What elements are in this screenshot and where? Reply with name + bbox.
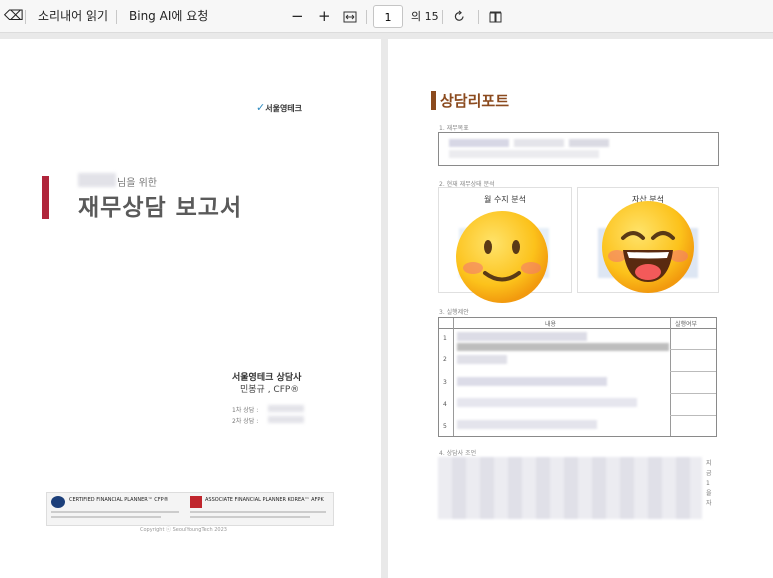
row-line	[670, 371, 716, 372]
row-line	[670, 393, 716, 394]
row-number: 1	[443, 335, 447, 342]
redacted-text	[457, 332, 587, 341]
session1-label: 1차 상담 :	[232, 407, 259, 414]
redacted-date	[268, 405, 304, 412]
page-total: 의 15	[411, 10, 439, 23]
toolbar-divider	[116, 10, 117, 24]
redacted-text	[457, 343, 669, 351]
action-table: 내용 실행여부 1 2 3 4 5	[438, 317, 717, 437]
page-view-icon[interactable]	[489, 0, 502, 33]
side-note-char: 금	[706, 470, 712, 477]
logo: ✓서울영테크	[256, 96, 302, 115]
side-note-char: 을	[706, 490, 712, 497]
read-aloud-button[interactable]: 소리내어 읽기	[38, 0, 108, 33]
logo-text: 서울영테크	[265, 104, 303, 113]
ask-bing-button[interactable]: Bing AI에 요청	[129, 0, 208, 33]
col-status: 실행여부	[675, 321, 698, 328]
eraser-icon[interactable]: ⌫	[4, 0, 24, 33]
redacted-name	[78, 173, 116, 187]
logo-mark-icon: ✓	[256, 101, 266, 114]
afpk-logo-icon	[190, 496, 202, 508]
advice-box: 지 금 1 을 자	[438, 455, 717, 523]
certification-badges: CERTIFIED FINANCIAL PLANNER™ CFP® ASSOCI…	[46, 492, 334, 526]
toolbar-divider	[25, 10, 26, 24]
blushing-smile-emoji	[456, 211, 548, 303]
row-number: 2	[443, 356, 447, 363]
afpk-badge: ASSOCIATE FINANCIAL PLANNER KOREA™ AFPK	[205, 497, 324, 503]
title-accent-bar	[42, 176, 49, 219]
rotate-icon[interactable]	[453, 0, 466, 33]
section-1-label: 1. 재무목표	[439, 125, 469, 132]
row-line	[670, 415, 716, 416]
redacted-text	[449, 139, 509, 147]
cfp-logo-icon	[51, 496, 65, 508]
side-note-char: 지	[706, 460, 712, 467]
monthly-analysis-title: 월 수지 분석	[484, 195, 526, 204]
redacted-text	[457, 398, 637, 407]
pdf-toolbar: ⌫ 소리내어 읽기 Bing AI에 요청 − + 1 의 15	[0, 0, 773, 33]
side-note-char: 자	[706, 500, 712, 507]
side-note: 지 금 1 을 자	[706, 459, 714, 509]
fit-width-icon[interactable]	[343, 0, 357, 33]
redacted-text	[449, 150, 599, 158]
row-number: 5	[443, 423, 447, 430]
fine-print	[190, 516, 310, 518]
page-number-input[interactable]: 1	[373, 5, 403, 28]
goal-box	[438, 132, 719, 166]
cfp-badge: CERTIFIED FINANCIAL PLANNER™ CFP®	[69, 497, 169, 503]
redacted-text	[569, 139, 609, 147]
section-3-label: 3. 실행제안	[439, 309, 469, 316]
table-header: 내용 실행여부	[439, 318, 716, 329]
cover-page: ✓서울영테크 님을 위한 재무상담 보고서 서울영테크 상담사 민봉규 , CF…	[0, 39, 381, 578]
table-divider	[453, 318, 454, 436]
report-page: 상담리포트 1. 재무목표 2. 현재 재무상태 분석 월 수지 분석 자산 분…	[388, 39, 773, 578]
redacted-text	[514, 139, 564, 147]
side-note-char: 1	[706, 480, 710, 487]
toolbar-divider	[366, 10, 367, 24]
advisor-name: 민봉규 , CFP®	[240, 385, 300, 395]
zoom-in-button[interactable]: +	[318, 0, 331, 33]
row-number: 3	[443, 379, 447, 386]
redacted-date	[268, 416, 304, 423]
row-number: 4	[443, 401, 447, 408]
copyright: Copyright ⓒ SeoulYoungTech 2023	[140, 527, 227, 533]
table-divider	[670, 318, 671, 436]
for-label: 님을 위한	[117, 178, 157, 189]
redacted-text	[457, 355, 507, 364]
fine-print	[190, 511, 326, 513]
session2-label: 2차 상담 :	[232, 418, 259, 425]
report-heading: 상담리포트	[440, 92, 510, 110]
fine-print	[51, 516, 161, 518]
redacted-text	[457, 377, 607, 386]
heading-accent-bar	[431, 91, 436, 110]
redacted-text	[457, 420, 597, 429]
col-content: 내용	[545, 321, 557, 328]
redacted-text	[438, 457, 702, 519]
zoom-out-button[interactable]: −	[291, 0, 304, 33]
grinning-emoji	[602, 201, 694, 293]
cover-title: 재무상담 보고서	[78, 195, 243, 221]
row-line	[670, 349, 716, 350]
toolbar-divider	[478, 10, 479, 24]
toolbar-divider	[442, 10, 443, 24]
fine-print	[51, 511, 179, 513]
